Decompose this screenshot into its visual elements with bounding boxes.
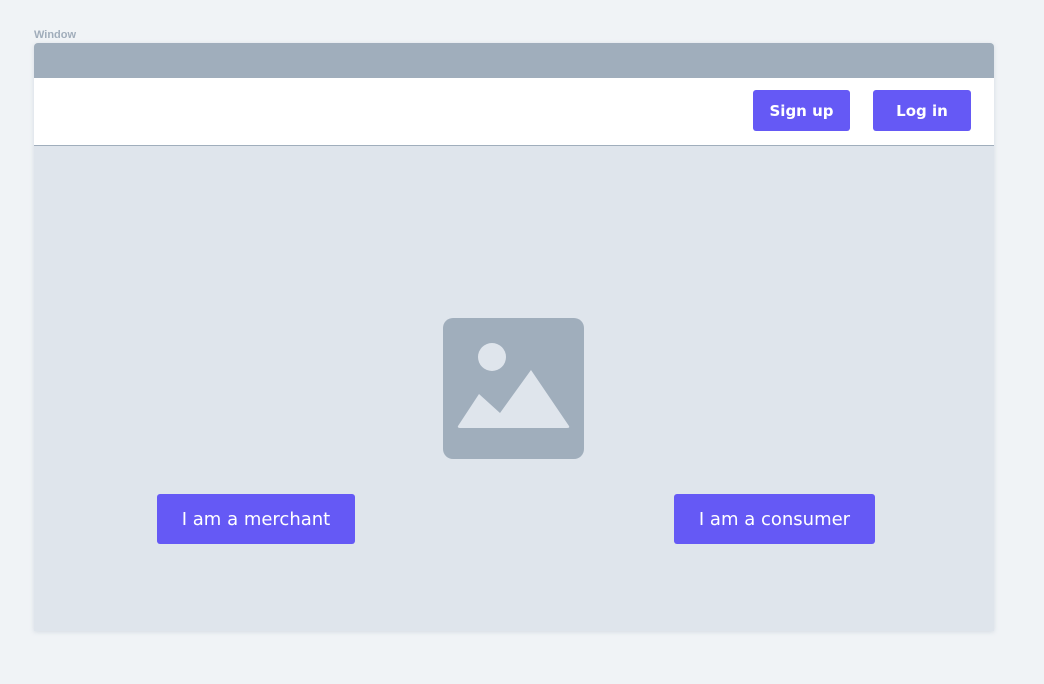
log-in-button[interactable]: Log in [873,90,971,131]
merchant-button[interactable]: I am a merchant [157,494,355,544]
window-titlebar [34,43,994,78]
sign-up-button[interactable]: Sign up [753,90,850,131]
consumer-button[interactable]: I am a consumer [674,494,875,544]
image-icon [457,343,570,428]
image-placeholder-icon [443,318,584,459]
canvas-frame-label: Window [34,29,77,41]
browser-window: Sign up Log in I am a merchant I am a co… [34,43,994,631]
top-navbar: Sign up Log in [34,78,994,146]
